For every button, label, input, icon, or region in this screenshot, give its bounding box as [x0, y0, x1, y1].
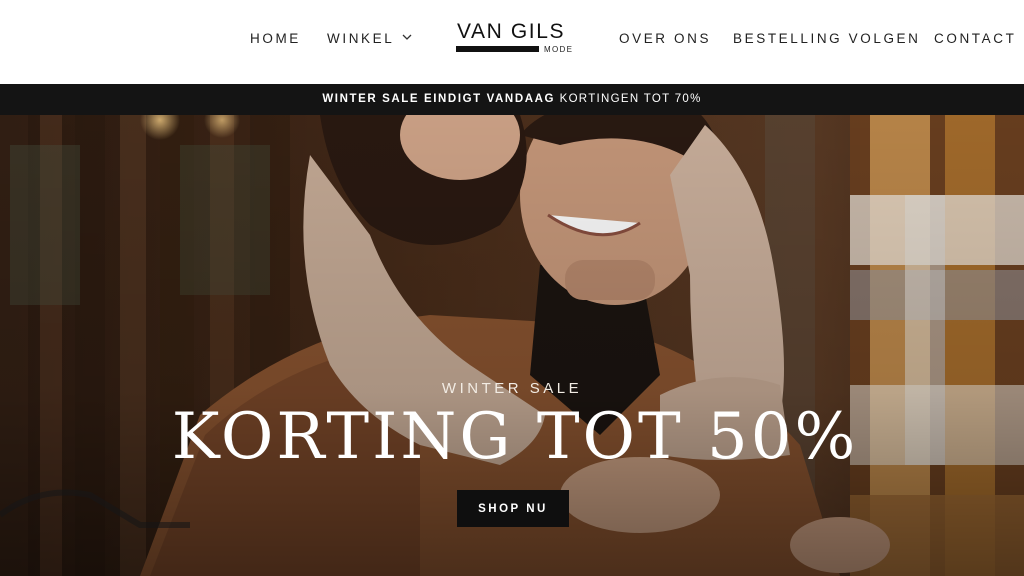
promo-bar[interactable]: WINTER SALE EINDIGT VANDAAG KORTINGEN TO… — [0, 84, 1024, 115]
nav-home[interactable]: HOME — [250, 31, 301, 46]
hero-title: KORTING TOT 50% — [171, 400, 859, 474]
nav-bestelling-volgen[interactable]: BESTELLING VOLGEN — [733, 31, 921, 46]
promo-text: KORTINGEN TOT 70% — [559, 93, 702, 105]
logo-wordmark: VAN GILS — [457, 20, 566, 43]
logo-bar — [456, 46, 539, 52]
promo-bold-text: WINTER SALE EINDIGT VANDAAG — [322, 93, 556, 105]
logo-subtitle: MODE — [544, 45, 574, 54]
nav-over-ons[interactable]: OVER ONS — [619, 31, 711, 46]
hero-banner: WINTER SALE KORTING TOT 50% SHOP NU — [0, 115, 1024, 576]
site-logo[interactable]: VAN GILS MODE — [452, 20, 578, 60]
nav-winkel[interactable]: WINKEL — [327, 31, 394, 46]
chevron-down-icon[interactable] — [400, 30, 414, 44]
hero-kicker: WINTER SALE — [441, 380, 583, 397]
shop-now-button[interactable]: SHOP NU — [457, 490, 569, 527]
site-header: HOME WINKEL VAN GILS MODE OVER ONS BESTE… — [0, 0, 1024, 84]
nav-contact[interactable]: CONTACT — [934, 31, 1016, 46]
